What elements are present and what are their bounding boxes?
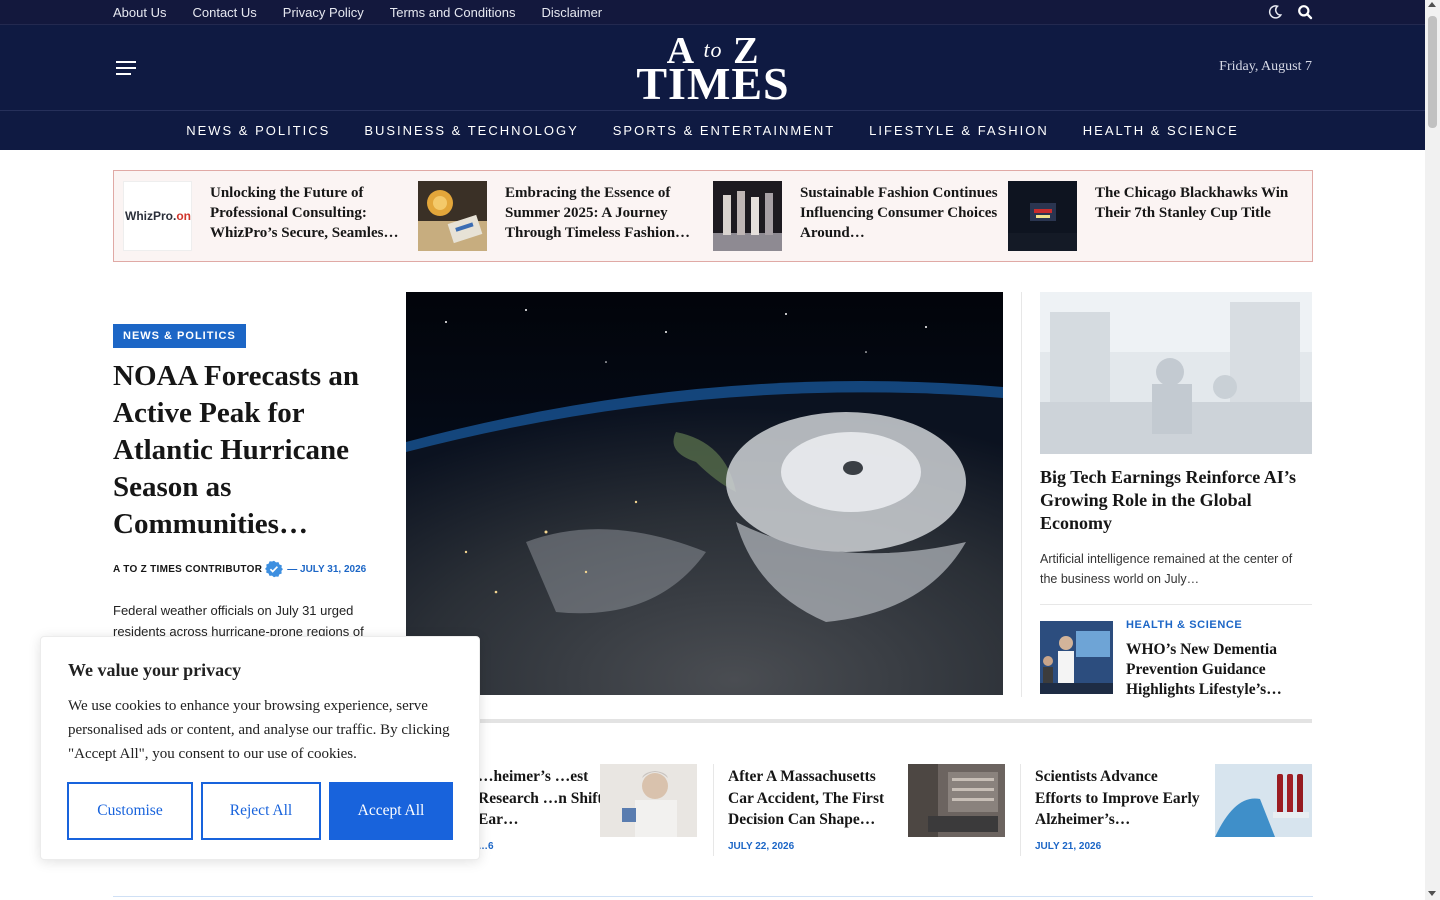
card-divider [1020,764,1021,856]
card-date: JULY 22, 2026 [728,841,795,852]
column-divider [1021,292,1022,697]
cookie-dialog-title: We value your privacy [68,660,242,680]
ticker-item-title[interactable]: Unlocking the Future of Professional Con… [210,183,410,243]
lead-story-meta: A TO Z TIMES CONTRIBUTOR — JULY 31, 2026 [113,560,366,578]
card-divider [713,764,714,856]
scroll-down-arrow-icon[interactable] [1428,891,1436,896]
lead-story-image[interactable] [406,292,1003,695]
cookie-consent-dialog: We value your privacy We use cookies to … [40,636,480,860]
ticker-item-title[interactable]: Embracing the Essence of Summer 2025: A … [505,183,705,243]
nav-lifestyle-fashion[interactable]: LIFESTYLE & FASHION [869,123,1049,138]
main-navigation: NEWS & POLITICS BUSINESS & TECHNOLOGY SP… [0,110,1425,150]
card-image[interactable] [908,764,1005,837]
about-us-link[interactable]: About Us [113,5,166,20]
bottom-card[interactable]: Scientists Advance Efforts to Improve Ea… [1035,764,1327,864]
card-image[interactable] [600,764,697,837]
small-story-title[interactable]: WHO’s New Dementia Prevention Guidance H… [1126,640,1312,700]
category-badge[interactable]: NEWS & POLITICS [113,324,246,348]
header-date: Friday, August 7 [1219,59,1312,74]
ticker-item[interactable]: Sustainable Fashion Continues Influencin… [713,181,1008,251]
customise-button[interactable]: Customise [67,782,193,840]
small-story-category[interactable]: HEALTH & SCIENCE [1126,619,1242,631]
author-name[interactable]: A TO Z TIMES CONTRIBUTOR [113,564,262,575]
scrollbar-thumb[interactable] [1428,16,1437,128]
contact-us-link[interactable]: Contact Us [192,5,256,20]
ticker-thumbnail[interactable] [713,181,782,251]
topbar-icons [1267,4,1313,20]
terms-link[interactable]: Terms and Conditions [390,5,516,20]
card-date: …6 [478,841,494,852]
ticker-thumbnail-whizpro[interactable]: WhizPro.onl [123,181,192,251]
card-title[interactable]: After A Massachusetts Car Accident, The … [728,766,896,831]
small-story-image[interactable] [1040,621,1113,694]
ticker-item[interactable]: The Chicago Blackhawks Win Their 7th Sta… [1008,181,1303,251]
nav-health-science[interactable]: HEALTH & SCIENCE [1083,123,1239,138]
divider [1040,604,1312,605]
privacy-policy-link[interactable]: Privacy Policy [283,5,364,20]
utility-links: About Us Contact Us Privacy Policy Terms… [113,0,628,25]
search-icon[interactable] [1297,4,1313,20]
nav-sports-entertainment[interactable]: SPORTS & ENTERTAINMENT [613,123,835,138]
ticker-item[interactable]: WhizPro.onl Unlocking the Future of Prof… [123,181,418,251]
nav-business-technology[interactable]: BUSINESS & TECHNOLOGY [364,123,578,138]
ticker-item-title[interactable]: The Chicago Blackhawks Win Their 7th Sta… [1095,183,1295,243]
card-title[interactable]: Scientists Advance Efforts to Improve Ea… [1035,766,1203,831]
page: About Us Contact Us Privacy Policy Terms… [0,0,1425,900]
moon-icon[interactable] [1267,4,1283,20]
reject-all-button[interactable]: Reject All [201,782,321,840]
ticker-thumbnail[interactable] [1008,181,1077,251]
featured-ticker: WhizPro.onl Unlocking the Future of Prof… [113,170,1313,262]
site-header: A to Z TIMES Friday, August 7 [0,25,1425,110]
ticker-thumbnail[interactable] [418,181,487,251]
top-utility-bar: About Us Contact Us Privacy Policy Terms… [0,0,1425,25]
site-logo[interactable]: A to Z TIMES [627,32,799,107]
scroll-up-arrow-icon[interactable] [1428,2,1436,7]
section-border [113,896,1313,897]
ticker-item[interactable]: Embracing the Essence of Summer 2025: A … [418,181,713,251]
ticker-item-title[interactable]: Sustainable Fashion Continues Influencin… [800,183,1000,243]
page-scrollbar[interactable] [1425,0,1440,900]
menu-icon[interactable] [116,61,136,75]
side-story-title[interactable]: Big Tech Earnings Reinforce AI’s Growing… [1040,466,1312,535]
bottom-card[interactable]: After A Massachusetts Car Accident, The … [728,764,1020,864]
card-image[interactable] [1215,764,1312,837]
accept-all-button[interactable]: Accept All [329,782,453,840]
cookie-dialog-text: We use cookies to enhance your browsing … [68,698,450,762]
nav-news-politics[interactable]: NEWS & POLITICS [186,123,330,138]
lead-story-title[interactable]: NOAA Forecasts an Active Peak for Atlant… [113,358,378,543]
disclaimer-link[interactable]: Disclaimer [541,5,602,20]
publish-date: — JULY 31, 2026 [287,563,367,575]
verified-badge-icon [265,560,284,578]
card-date: JULY 21, 2026 [1035,841,1102,852]
side-story-excerpt: Artificial intelligence remained at the … [1040,552,1293,586]
bottom-card[interactable]: …heimer’s …est Research …n Shift in Ear…… [478,764,770,864]
side-story-image[interactable] [1040,292,1312,454]
